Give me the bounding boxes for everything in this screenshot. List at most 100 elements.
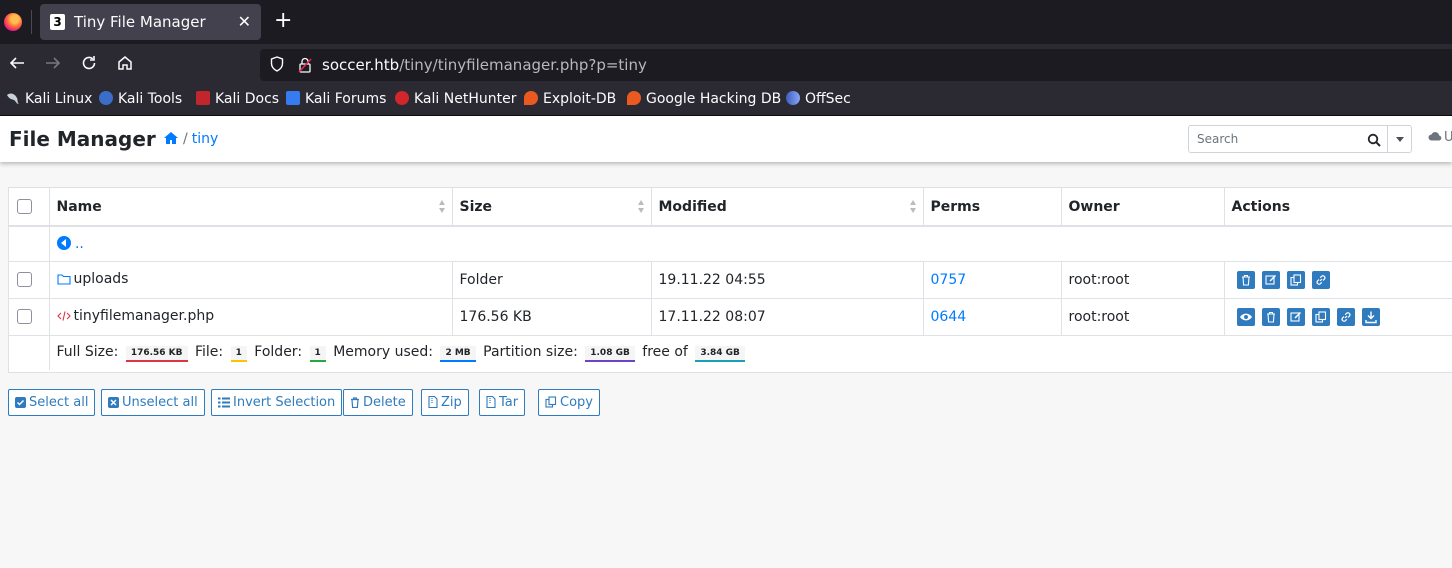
file-perms-link[interactable]: 0644: [923, 297, 1062, 335]
tab-separator: [31, 10, 32, 34]
folder-count-badge: 1: [309, 345, 326, 362]
invert-selection-button[interactable]: Invert Selection: [211, 389, 343, 417]
kali-docs-icon: [196, 91, 210, 105]
file-archive-icon: [486, 392, 496, 417]
cloud-upload-icon: [1428, 132, 1442, 141]
zip-button[interactable]: Zip: [421, 389, 469, 416]
total-size-badge: 3.84 GB: [695, 345, 745, 362]
view-icon[interactable]: [1236, 307, 1255, 326]
table-header-row: Name Size Modified Perms Owner Actions: [9, 188, 1452, 227]
empty-cell: [9, 225, 50, 261]
upload-link[interactable]: U: [1428, 130, 1452, 145]
file-name-cell[interactable]: uploads: [49, 260, 453, 298]
rename-icon[interactable]: [1261, 270, 1280, 289]
bookmarks-toolbar: Kali Linux Kali Tools Kali Docs Kali For…: [0, 85, 1452, 116]
list-icon: [218, 392, 230, 417]
browser-tab-bar: 3 Tiny File Manager ✕ +: [0, 0, 1452, 44]
breadcrumb: / tiny: [163, 131, 218, 147]
search-input[interactable]: [1189, 126, 1385, 152]
free-of-label: free of: [642, 343, 688, 360]
delete-button[interactable]: Delete: [343, 389, 413, 416]
direct-link-icon[interactable]: [1311, 270, 1330, 289]
new-tab-button[interactable]: +: [274, 9, 292, 33]
select-all-checkbox[interactable]: [17, 199, 32, 214]
firefox-icon[interactable]: [4, 13, 22, 31]
bookmark-kali-docs[interactable]: Kali Docs: [196, 91, 279, 107]
reload-icon[interactable]: [80, 54, 98, 77]
insecure-lock-icon[interactable]: [298, 57, 312, 77]
memory-label: Memory used:: [333, 343, 433, 360]
arrow-circle-left-icon: [56, 235, 71, 250]
breadcrumb-tiny[interactable]: tiny: [192, 131, 219, 147]
search-options-dropdown[interactable]: [1387, 126, 1411, 152]
kali-dragon-icon: [6, 91, 20, 105]
row-checkbox[interactable]: [17, 272, 32, 287]
search-icon[interactable]: [1367, 132, 1381, 151]
copy-icon[interactable]: [1311, 307, 1330, 326]
select-all-button[interactable]: Select all: [8, 389, 96, 417]
direct-link-icon[interactable]: [1336, 307, 1355, 326]
bookmark-offsec[interactable]: OffSec: [786, 91, 851, 107]
delete-icon[interactable]: [1261, 307, 1280, 326]
download-icon[interactable]: [1361, 307, 1380, 326]
column-header-owner: Owner: [1061, 188, 1225, 227]
url-host: soccer.htb: [322, 56, 400, 74]
file-size: 176.56 KB: [452, 297, 652, 335]
parent-directory-cell: ..: [49, 225, 1452, 261]
table-row: uploads Folder 19.11.22 04:55 0757 root:…: [9, 260, 1452, 298]
ghdb-icon: [627, 91, 641, 105]
rename-icon[interactable]: [1286, 307, 1305, 326]
column-header-size[interactable]: Size: [452, 188, 652, 227]
tar-button[interactable]: Tar: [479, 389, 526, 417]
search-box: [1188, 125, 1412, 153]
bookmark-kali-linux[interactable]: Kali Linux: [6, 91, 92, 107]
sort-icon[interactable]: [438, 200, 446, 214]
unselect-all-button[interactable]: Unselect all: [101, 389, 205, 416]
file-size: Folder: [452, 260, 652, 298]
file-count-label: File:: [194, 343, 224, 360]
bookmark-kali-forums[interactable]: Kali Forums: [286, 91, 386, 107]
file-name[interactable]: uploads: [74, 271, 129, 287]
forward-arrow-icon[interactable]: [44, 54, 62, 77]
file-name-cell[interactable]: tinyfilemanager.php: [49, 297, 453, 335]
row-checkbox-cell: [9, 260, 50, 298]
folder-stats: Full Size: 176.56 KB File: 1 Folder: 1 M…: [49, 334, 1452, 370]
x-square-icon: [108, 392, 119, 417]
url-bar[interactable]: soccer.htb/tiny/tinyfilemanager.php?p=ti…: [260, 49, 1452, 81]
tracking-shield-icon[interactable]: [270, 56, 284, 76]
file-manager-header: File Manager /tiny U: [0, 116, 1452, 162]
check-square-icon: [15, 392, 26, 417]
parent-directory-link[interactable]: ..: [56, 235, 84, 252]
file-table: Name Size Modified Perms Owner Actions .…: [8, 187, 1452, 373]
file-perms-link[interactable]: 0757: [923, 260, 1062, 298]
bookmark-kali-tools[interactable]: Kali Tools: [99, 91, 182, 107]
sort-icon[interactable]: [909, 200, 917, 214]
page-title[interactable]: File Manager: [9, 127, 156, 151]
bookmark-exploit-db[interactable]: Exploit-DB: [524, 91, 616, 107]
row-actions: [1224, 260, 1452, 298]
bookmark-kali-nethunter[interactable]: Kali NetHunter: [395, 91, 516, 107]
back-arrow-icon[interactable]: [8, 54, 26, 77]
delete-icon[interactable]: [1236, 270, 1255, 289]
folder-count-label: Folder:: [254, 343, 303, 360]
empty-cell: [9, 334, 50, 370]
home-icon[interactable]: [116, 54, 134, 77]
bookmark-google-hacking-db[interactable]: Google Hacking DB: [627, 91, 781, 107]
partition-label: Partition size:: [483, 343, 578, 360]
url-text[interactable]: soccer.htb/tiny/tinyfilemanager.php?p=ti…: [322, 56, 647, 74]
sort-icon[interactable]: [637, 200, 645, 214]
home-breadcrumb-icon[interactable]: [163, 131, 179, 147]
trash-icon: [350, 392, 360, 417]
column-header-perms: Perms: [923, 188, 1062, 227]
kali-forums-icon: [286, 91, 300, 105]
url-path: /tiny/tinyfilemanager.php?p=tiny: [399, 56, 647, 74]
column-header-modified[interactable]: Modified: [651, 188, 924, 227]
browser-tab[interactable]: 3 Tiny File Manager ✕: [40, 4, 261, 40]
row-checkbox[interactable]: [17, 309, 32, 324]
file-owner: root:root: [1061, 260, 1225, 298]
column-header-name[interactable]: Name: [49, 188, 453, 227]
tab-close-icon[interactable]: ✕: [238, 12, 251, 31]
copy-icon[interactable]: [1286, 270, 1305, 289]
file-name[interactable]: tinyfilemanager.php: [74, 308, 215, 324]
copy-button[interactable]: Copy: [538, 389, 600, 416]
